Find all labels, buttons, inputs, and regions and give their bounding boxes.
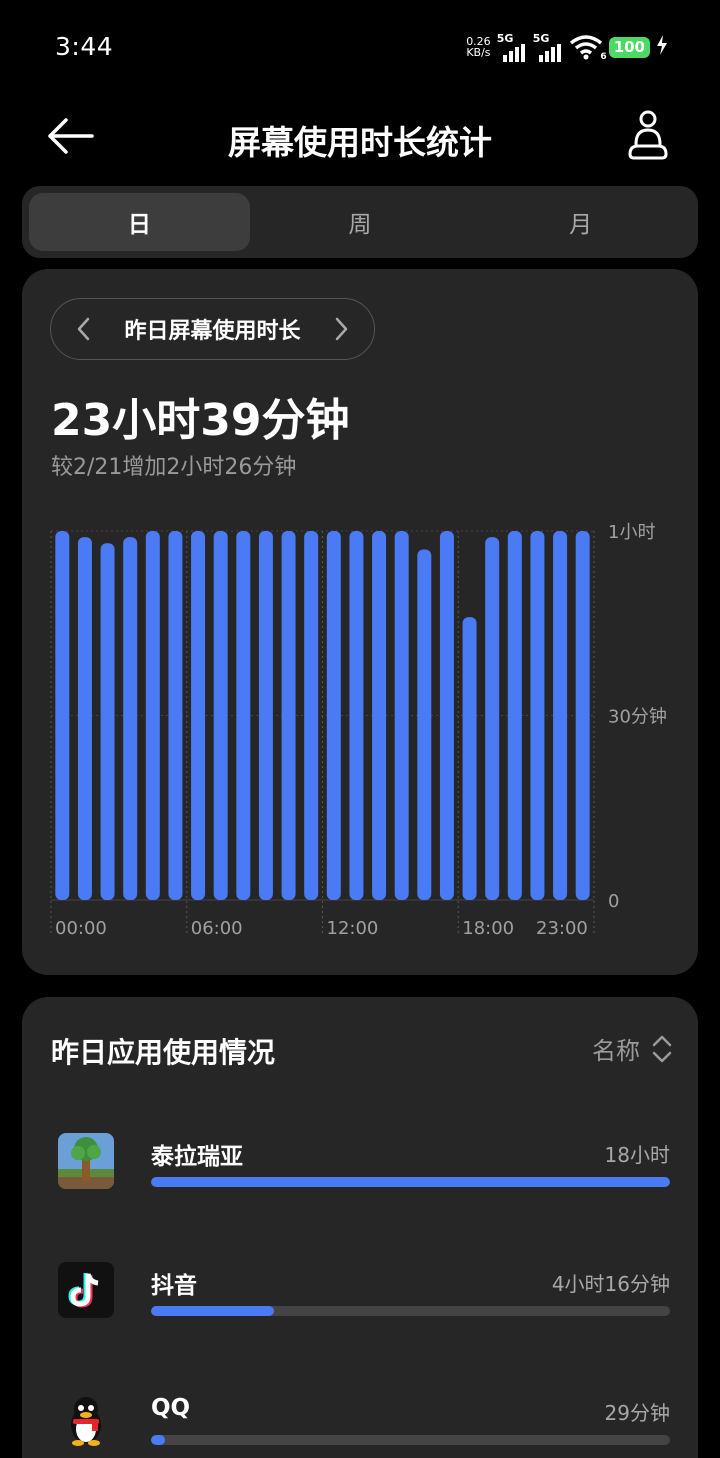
app-row-douyin[interactable]: 抖音 4小时16分钟 bbox=[22, 1262, 698, 1342]
sort-toggle-icon bbox=[652, 1035, 672, 1062]
chart-x-tick-label: 23:00 bbox=[536, 918, 588, 939]
net-speed: 0.26 KB/s bbox=[466, 36, 491, 58]
chart-x-tick-label: 00:00 bbox=[55, 918, 107, 939]
chart-bar bbox=[145, 531, 160, 900]
douyin-app-icon bbox=[58, 1262, 114, 1318]
chart-bar bbox=[258, 531, 273, 900]
status-bar: 3:44 0.26 KB/s 5G 5G 6 100 bbox=[0, 0, 720, 96]
status-time: 3:44 bbox=[55, 32, 114, 61]
tab-day[interactable]: 日 bbox=[29, 193, 250, 251]
app-usage-duration: 4小时16分钟 bbox=[551, 1272, 670, 1296]
chart-bar bbox=[507, 531, 522, 900]
chart-x-tick-label: 12:00 bbox=[327, 918, 379, 939]
wifi-icon: 6 bbox=[569, 34, 607, 62]
app-usage-bar bbox=[151, 1435, 670, 1445]
app-usage-duration: 18小时 bbox=[604, 1143, 670, 1167]
app-name: 泰拉瑞亚 bbox=[151, 1144, 243, 1170]
chart-x-tick-label: 18:00 bbox=[462, 918, 514, 939]
chart-bar bbox=[394, 531, 409, 900]
app-name: QQ bbox=[151, 1395, 191, 1421]
charging-icon bbox=[656, 35, 668, 59]
chart-bar bbox=[575, 531, 590, 900]
hourly-usage-chart: 1小时 30分钟 0 00:00 06:00 12:00 18:00 23:00 bbox=[50, 522, 667, 939]
chart-bar bbox=[281, 531, 296, 900]
chart-y-tick-label: 30分钟 bbox=[608, 707, 667, 728]
chart-bar bbox=[55, 531, 70, 900]
chart-bar bbox=[191, 531, 206, 900]
chart-bar bbox=[304, 531, 319, 900]
battery-indicator: 100 bbox=[608, 36, 650, 58]
app-row-terraria[interactable]: 泰拉瑞亚 18小时 bbox=[22, 1133, 698, 1213]
sim2-network-type: 5G bbox=[532, 31, 550, 45]
chart-bar bbox=[326, 531, 341, 900]
meditation-person-icon bbox=[628, 110, 668, 160]
page-title: 屏幕使用时长统计 bbox=[228, 123, 492, 162]
tab-month[interactable]: 月 bbox=[470, 193, 691, 251]
app-usage-bar bbox=[151, 1177, 670, 1187]
app-usage-bar-fill bbox=[151, 1435, 165, 1445]
status-icons: 0.26 KB/s 5G 5G 6 100 bbox=[466, 32, 668, 62]
chart-bar bbox=[168, 531, 183, 900]
chart-bar bbox=[372, 531, 387, 900]
app-name: 抖音 bbox=[151, 1273, 197, 1299]
usage-comparison: 较2/21增加2小时26分钟 bbox=[51, 455, 297, 480]
chart-bar bbox=[553, 531, 568, 900]
sort-label: 名称 bbox=[592, 1037, 640, 1065]
sim1-signal-icon: 5G bbox=[497, 33, 527, 62]
chart-bar bbox=[417, 549, 432, 900]
tab-week[interactable]: 周 bbox=[250, 193, 471, 251]
chart-x-tick-label: 06:00 bbox=[191, 918, 243, 939]
next-day-icon[interactable] bbox=[330, 315, 352, 343]
chart-bar bbox=[462, 617, 477, 900]
usage-summary-card: 1小时 30分钟 0 00:00 06:00 12:00 18:00 23:00 昨日屏幕使用… bbox=[22, 269, 698, 975]
chart-bar bbox=[213, 531, 228, 900]
chart-bar bbox=[530, 531, 545, 900]
app-row-qq[interactable]: QQ 29分钟 bbox=[22, 1391, 698, 1458]
chart-y-tick-label: 1小时 bbox=[608, 522, 655, 543]
chart-bar bbox=[100, 543, 115, 900]
chart-bar bbox=[485, 537, 500, 900]
total-usage-time: 23小时39分钟 bbox=[51, 395, 350, 446]
qq-app-icon bbox=[58, 1391, 114, 1447]
chart-bar bbox=[77, 537, 92, 900]
chart-bar bbox=[123, 537, 138, 900]
period-tabs: 日 周 月 bbox=[22, 186, 698, 258]
period-selector: 昨日屏幕使用时长 bbox=[50, 298, 375, 360]
sort-button[interactable]: 名称 bbox=[592, 1031, 672, 1066]
wifi-badge: 6 bbox=[600, 52, 607, 62]
wellbeing-button[interactable] bbox=[626, 110, 670, 162]
chart-y-tick-label: 0 bbox=[608, 891, 619, 912]
previous-day-icon[interactable] bbox=[73, 315, 95, 343]
chart-bar bbox=[439, 531, 454, 900]
app-usage-bar-fill bbox=[151, 1177, 670, 1187]
sim2-signal-icon: 5G bbox=[533, 33, 563, 62]
chart-bar bbox=[349, 531, 364, 900]
period-label: 昨日屏幕使用时长 bbox=[124, 319, 301, 344]
app-usage-bar bbox=[151, 1306, 670, 1316]
app-usage-duration: 29分钟 bbox=[604, 1401, 670, 1425]
sim1-network-type: 5G bbox=[496, 31, 514, 45]
chart-bar bbox=[236, 531, 251, 900]
terraria-app-icon bbox=[58, 1133, 114, 1189]
app-usage-bar-fill bbox=[151, 1306, 274, 1316]
app-usage-title: 昨日应用使用情况 bbox=[51, 1036, 276, 1069]
net-speed-unit: KB/s bbox=[466, 46, 491, 59]
app-usage-card: 昨日应用使用情况 名称 泰拉瑞亚 18小时 抖音 4小时16分钟 QQ 29分钟 bbox=[22, 997, 698, 1458]
app-header: 屏幕使用时长统计 bbox=[0, 96, 720, 180]
